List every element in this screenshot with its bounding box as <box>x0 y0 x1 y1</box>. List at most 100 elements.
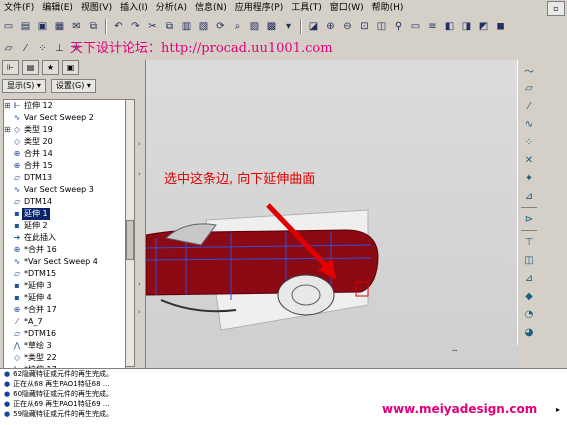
panel-splitter[interactable]: › › › › <box>137 60 145 368</box>
tree-item[interactable]: ◇ *类型 22 <box>4 352 125 364</box>
collapse-arrow-icon[interactable]: › <box>138 170 141 178</box>
find-icon[interactable]: ⌕ <box>230 19 245 34</box>
settings-menu-button[interactable]: 设置(G) ▾ <box>50 79 96 93</box>
navigator-tabs: ⊩ ▤ ★ ▣ <box>2 60 82 75</box>
orient-icon[interactable]: ◫ <box>374 19 389 34</box>
zoom-out-icon[interactable]: ⊖ <box>340 19 355 34</box>
tree-item[interactable]: ∿ Var Sect Sweep 3 <box>4 184 125 196</box>
no-hidden-icon[interactable]: ◩ <box>476 19 491 34</box>
folder-browser-tab[interactable]: ▤ <box>22 60 39 75</box>
layers-icon[interactable]: ≡ <box>425 19 440 34</box>
tree-item[interactable]: ⊕ *合并 17 <box>4 304 125 316</box>
new-file-icon[interactable]: ▭ <box>1 19 16 34</box>
tree-scrollbar[interactable] <box>125 99 135 367</box>
tree-item[interactable]: ▪ *延伸 4 <box>4 292 125 304</box>
tree-item[interactable]: ⊞ ◇ 类型 19 <box>4 124 125 136</box>
tree-item[interactable]: ▱ DTM14 <box>4 196 125 208</box>
saved-views-icon[interactable]: ▭ <box>408 19 423 34</box>
shading-icon[interactable]: ◼ <box>493 19 508 34</box>
save-icon[interactable]: ▣ <box>35 19 50 34</box>
tree-item[interactable]: ⋀ *草绘 3 <box>4 340 125 352</box>
tree-item[interactable]: ⊕ 合并 15 <box>4 160 125 172</box>
tree-item[interactable]: ∿ Var Sect Sweep 2 <box>4 112 125 124</box>
expand-toggle-icon[interactable]: ⊞ <box>4 100 12 112</box>
dropdown-icon[interactable]: ▾ <box>281 19 296 34</box>
tree-item[interactable]: ▱ DTM13 <box>4 172 125 184</box>
tree-item[interactable]: ➔ 在此插入 <box>4 232 125 244</box>
window-icon[interactable]: ▩ <box>264 19 279 34</box>
sketch-tool-icon[interactable]: 〜 <box>520 62 538 78</box>
tree-item[interactable]: ⊕ *合并 16 <box>4 244 125 256</box>
history-tab[interactable]: ▣ <box>62 60 79 75</box>
menu-edit[interactable]: 编辑(E) <box>38 0 77 16</box>
menu-help[interactable]: 帮助(H) <box>368 0 408 16</box>
print-icon[interactable]: ▦ <box>52 19 67 34</box>
datum-plane-toggle-icon[interactable]: ▱ <box>1 41 16 56</box>
datum-point-toggle-icon[interactable]: ⁘ <box>35 41 50 56</box>
expand-toggle-icon[interactable]: ⊞ <box>4 124 12 136</box>
sweep-tool-icon[interactable]: ⊿ <box>520 270 538 286</box>
tree-item[interactable]: ▪ *延伸 3 <box>4 280 125 292</box>
revolve-tool-icon[interactable]: ◫ <box>520 252 538 268</box>
tree-item[interactable]: ⊕ 合并 14 <box>4 148 125 160</box>
wireframe-icon[interactable]: ◧ <box>442 19 457 34</box>
refit-icon[interactable]: ⊡ <box>357 19 372 34</box>
cut-icon[interactable]: ✂ <box>145 19 160 34</box>
curve-tool-icon[interactable]: ∿ <box>520 116 538 132</box>
open-folder-icon[interactable]: ▤ <box>18 19 33 34</box>
menu-tools[interactable]: 工具(T) <box>287 0 326 16</box>
paste-icon[interactable]: ▥ <box>179 19 194 34</box>
redo-icon[interactable]: ↷ <box>128 19 143 34</box>
axis-tool-icon[interactable]: ⁄ <box>520 98 538 114</box>
coord-sys-toggle-icon[interactable]: ⊥ <box>52 41 67 56</box>
tree-item[interactable]: ▱ *DTM15 <box>4 268 125 280</box>
undo-icon[interactable]: ↶ <box>111 19 126 34</box>
view-manager-icon[interactable]: ⚲ <box>391 19 406 34</box>
tree-item[interactable]: ⊞ ⊩ 拉伸 12 <box>4 100 125 112</box>
tree-item[interactable]: ▱ *DTM16 <box>4 328 125 340</box>
regenerate-icon[interactable]: ⟳ <box>213 19 228 34</box>
chamfer-tool-icon[interactable]: ◕ <box>520 324 538 340</box>
menu-insert[interactable]: 插入(I) <box>116 0 152 16</box>
menu-analysis[interactable]: 分析(A) <box>152 0 191 16</box>
plane-tool-icon[interactable]: ▱ <box>520 80 538 96</box>
menu-window[interactable]: 窗口(W) <box>326 0 368 16</box>
show-menu-button[interactable]: 显示(S) ▾ <box>2 79 46 93</box>
collapse-arrow-icon[interactable]: › <box>138 308 141 316</box>
select-icon[interactable]: ▨ <box>247 19 262 34</box>
graphics-window[interactable]: ▪▪▪ 选中这条边, 向下延伸曲面 <box>145 60 518 368</box>
menu-info[interactable]: 信息(N) <box>191 0 231 16</box>
menu-file[interactable]: 文件(F) <box>0 0 38 16</box>
email-icon[interactable]: ✉ <box>69 19 84 34</box>
mirror-tool-icon[interactable]: ⊿ <box>520 188 538 204</box>
menu-view[interactable]: 视图(V) <box>77 0 116 16</box>
blend-tool-icon[interactable]: ◆ <box>520 288 538 304</box>
favorites-tab[interactable]: ★ <box>42 60 59 75</box>
collapse-arrow-icon[interactable]: › <box>138 140 141 148</box>
analysis-tool-icon[interactable]: ✦ <box>520 170 538 186</box>
hidden-line-icon[interactable]: ◨ <box>459 19 474 34</box>
copy-icon-2[interactable]: ⧉ <box>162 19 177 34</box>
point-tool-icon[interactable]: ⁘ <box>520 134 538 150</box>
zoom-in-icon[interactable]: ⊕ <box>323 19 338 34</box>
repaint-icon[interactable]: ◪ <box>306 19 321 34</box>
window-restore-icon[interactable]: ▫ <box>547 1 565 16</box>
extrude-tool-icon[interactable]: ⊤ <box>520 234 538 250</box>
car-model-view[interactable]: ▪▪▪ <box>146 60 518 368</box>
tree-item[interactable]: ▪ 延伸 2 <box>4 220 125 232</box>
round-tool-icon[interactable]: ◔ <box>520 306 538 322</box>
collapse-arrow-icon[interactable]: › <box>138 280 141 288</box>
message-scroll-arrow-icon[interactable]: ▸ <box>556 405 560 414</box>
csys-tool-icon[interactable]: ✕ <box>520 152 538 168</box>
model-tree-tab[interactable]: ⊩ <box>2 60 19 75</box>
paste-special-icon[interactable]: ▧ <box>196 19 211 34</box>
insert-tool-icon[interactable]: ⊳ <box>520 211 538 227</box>
tree-item[interactable]: ◇ 类型 20 <box>4 136 125 148</box>
datum-axis-toggle-icon[interactable]: ⁄ <box>18 41 33 56</box>
tree-item[interactable]: ∿ *Var Sect Sweep 4 <box>4 256 125 268</box>
copy-icon[interactable]: ⧉ <box>86 19 101 34</box>
tree-item[interactable]: ⁄ *A_7 <box>4 316 125 328</box>
tree-item[interactable]: ▪ 延伸 1 <box>4 208 125 220</box>
menu-applications[interactable]: 应用程序(P) <box>231 0 287 16</box>
tree-scroll-thumb[interactable] <box>126 220 134 260</box>
